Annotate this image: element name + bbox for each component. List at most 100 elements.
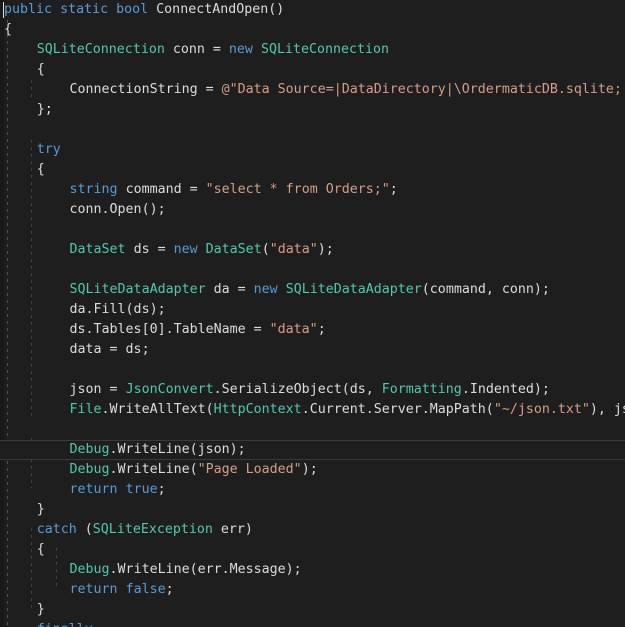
- code-line[interactable]: {: [0, 60, 625, 80]
- code-token-str: @"Data Source=|DataDirectory|\Ordermatic…: [221, 82, 622, 97]
- code-token-pln: .WriteLine(: [109, 462, 198, 477]
- code-line[interactable]: SQLiteConnection conn = new SQLiteConnec…: [0, 40, 625, 60]
- code-token-kw: public: [4, 2, 53, 17]
- code-token-pln: {: [36, 162, 45, 177]
- code-line[interactable]: [0, 120, 625, 140]
- code-line[interactable]: }: [0, 500, 625, 520]
- text-caret: [3, 2, 4, 18]
- code-line[interactable]: return true;: [0, 480, 625, 500]
- code-editor-surface[interactable]: public static bool ConnectAndOpen() { SQLi…: [0, 0, 625, 627]
- code-line[interactable]: };: [0, 100, 625, 120]
- code-line[interactable]: ConnectionString = @"Data Source=|DataDi…: [0, 80, 625, 100]
- code-token-pln: };: [36, 102, 53, 117]
- code-token-pln: ;: [389, 182, 398, 197]
- code-line[interactable]: finally: [0, 620, 625, 627]
- code-token-pln: );: [317, 242, 334, 257]
- code-line[interactable]: public static bool ConnectAndOpen(): [0, 0, 625, 20]
- code-token-str: "data": [269, 322, 318, 337]
- code-token-kw: return: [69, 482, 118, 497]
- code-token-type: DataSet: [69, 242, 126, 257]
- code-token-kw: static: [60, 2, 109, 17]
- code-token-type: Debug: [69, 442, 110, 457]
- code-token-pln: ;: [157, 482, 166, 497]
- code-line[interactable]: ds.Tables[0].TableName = "data";: [0, 320, 625, 340]
- code-token-kw: true: [125, 482, 158, 497]
- code-token-pln: [118, 482, 126, 497]
- code-token-kw: false: [125, 582, 166, 597]
- code-token-kw: new: [228, 42, 253, 57]
- code-token-pln: json =: [69, 382, 126, 397]
- code-token-pln: (command, conn);: [421, 282, 550, 297]
- code-token-type: HttpContext: [213, 402, 302, 417]
- code-line[interactable]: {: [0, 540, 625, 560]
- code-token-pln: [148, 2, 156, 17]
- code-line[interactable]: [0, 220, 625, 240]
- code-line[interactable]: }: [0, 600, 625, 620]
- code-line[interactable]: [0, 360, 625, 380]
- code-token-pln: {: [4, 22, 13, 37]
- code-line[interactable]: data = ds;: [0, 340, 625, 360]
- code-token-kw: return: [69, 582, 118, 597]
- code-token-pln: .SerializeObject(ds,: [213, 382, 382, 397]
- code-token-type: SQLiteException: [92, 522, 213, 537]
- code-line[interactable]: catch (SQLiteException err): [0, 520, 625, 540]
- code-token-type: Formatting: [381, 382, 462, 397]
- code-token-pln: (: [76, 522, 93, 537]
- code-token-pln: ConnectAndOpen: [156, 2, 269, 17]
- code-token-pln: [52, 2, 60, 17]
- code-token-pln: conn =: [164, 42, 229, 57]
- code-line[interactable]: File.WriteAllText(HttpContext.Current.Se…: [0, 400, 625, 420]
- code-token-pln: .WriteLine(err.Message);: [109, 562, 302, 577]
- code-token-pln: ;: [317, 322, 326, 337]
- code-token-pln: );: [301, 462, 318, 477]
- code-token-pln: ;: [165, 582, 174, 597]
- code-token-type: Debug: [69, 562, 110, 577]
- code-line[interactable]: DataSet ds = new DataSet("data");: [0, 240, 625, 260]
- code-line[interactable]: da.Fill(ds);: [0, 300, 625, 320]
- code-token-pln: [253, 42, 261, 57]
- code-token-pln: err): [212, 522, 253, 537]
- code-line[interactable]: return false;: [0, 580, 625, 600]
- code-token-str: "~/json.txt": [493, 402, 590, 417]
- code-token-pln: da.Fill(ds);: [69, 302, 166, 317]
- code-line[interactable]: Debug.WriteLine(json);: [0, 440, 625, 460]
- code-token-kw: finally: [37, 622, 93, 627]
- code-token-pln: [198, 242, 206, 257]
- code-token-pln: data = ds;: [69, 342, 150, 357]
- code-line[interactable]: string command = "select * from Orders;"…: [0, 180, 625, 200]
- code-token-pln: ), json);: [589, 402, 625, 417]
- code-line[interactable]: {: [0, 160, 625, 180]
- code-token-type: JsonConvert: [125, 382, 214, 397]
- code-token-type: SQLiteDataAdapter: [69, 282, 206, 297]
- code-token-kw: new: [173, 242, 198, 257]
- code-line[interactable]: Debug.WriteLine("Page Loaded");: [0, 460, 625, 480]
- code-token-kw: string: [69, 182, 118, 197]
- code-token-pln: .WriteAllText(: [101, 402, 214, 417]
- code-token-str: "data": [269, 242, 318, 257]
- code-token-pln: [108, 2, 116, 17]
- code-token-type: SQLiteConnection: [36, 42, 165, 57]
- code-line[interactable]: [0, 260, 625, 280]
- code-token-pln: .WriteLine(json);: [109, 442, 246, 457]
- code-token-type: SQLiteConnection: [260, 42, 390, 57]
- code-line[interactable]: [0, 420, 625, 440]
- code-token-pln: {: [36, 62, 45, 77]
- code-line[interactable]: {: [0, 20, 625, 40]
- code-lines-container[interactable]: public static bool ConnectAndOpen() { SQLi…: [0, 0, 625, 627]
- code-token-type: Debug: [69, 462, 110, 477]
- code-token-str: "Page Loaded": [197, 462, 302, 477]
- code-line[interactable]: SQLiteDataAdapter da = new SQLiteDataAda…: [0, 280, 625, 300]
- code-line[interactable]: json = JsonConvert.SerializeObject(ds, F…: [0, 380, 625, 400]
- code-token-pln: [278, 282, 286, 297]
- code-token-pln: {: [36, 542, 45, 557]
- code-line[interactable]: Debug.WriteLine(err.Message);: [0, 560, 625, 580]
- code-token-pln: ds =: [125, 242, 174, 257]
- code-token-pln: (): [268, 2, 285, 17]
- code-token-pln: .Current.Server.MapPath(: [301, 402, 494, 417]
- code-line[interactable]: conn.Open();: [0, 200, 625, 220]
- code-line[interactable]: try: [0, 140, 625, 160]
- code-token-str: "select * from Orders;": [205, 182, 390, 197]
- code-token-kw: bool: [116, 2, 149, 17]
- code-token-pln: .Indented);: [461, 382, 550, 397]
- code-token-pln: da =: [205, 282, 254, 297]
